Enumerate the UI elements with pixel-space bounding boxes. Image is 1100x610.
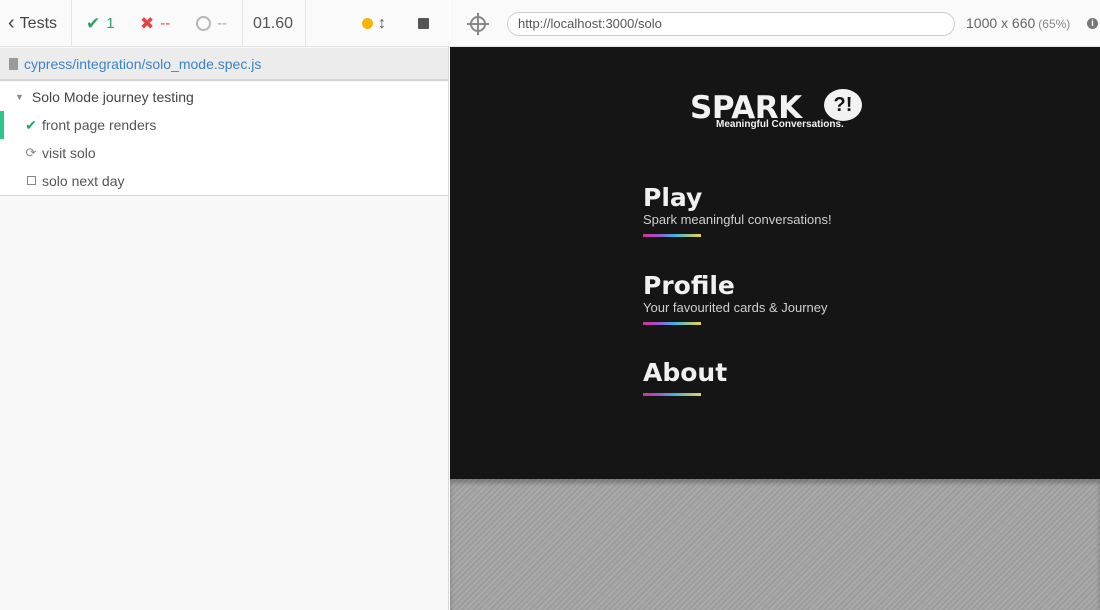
failed-stat: ✖ -- [140,13,171,33]
gradient-underline [643,234,701,237]
logo-tagline: Meaningful Conversations. [716,119,844,130]
app-frame: SPARK ?! Meaningful Conversations. Play … [450,47,1100,479]
test-runner-panel: ‹ Tests ✔ 1 ✖ -- -- 01.60 ↕ cypress/inte… [0,0,449,610]
gradient-underline [643,393,701,396]
test-suite: ▼ Solo Mode journey testing ✔ front page… [0,82,448,196]
menu-subtitle: Spark meaningful conversations! [643,212,832,227]
gradient-underline [643,322,701,325]
running-status-dot [362,0,373,47]
spec-path-link[interactable]: cypress/integration/solo_mode.spec.js [24,56,261,72]
pending-stat: -- [196,0,227,47]
menu-title: About [643,358,728,387]
test-label: front page renders [42,117,157,133]
test-label: solo next day [42,173,125,189]
spinner-icon: ⟳ [25,145,37,160]
menu-about-link[interactable]: About [643,359,727,396]
check-icon: ✔ [86,13,101,33]
stop-icon [418,18,429,29]
info-icon[interactable]: i [1087,18,1098,29]
test-row[interactable]: solo next day [0,167,448,195]
url-bar: http://localhost:3000/solo 1000 x 660 (65… [450,0,1100,47]
active-test-bar [0,111,4,139]
scroll-arrows-icon: ↕ [378,14,386,32]
stop-button[interactable] [418,0,429,47]
runner-header: ‹ Tests ✔ 1 ✖ -- -- 01.60 ↕ [0,0,449,47]
suite-title-row[interactable]: ▼ Solo Mode journey testing [0,83,448,111]
test-row[interactable]: ✔ front page renders [0,111,448,139]
menu-play-link[interactable]: Play Spark meaningful conversations! [643,184,832,237]
divider [71,0,72,47]
checkbox-icon [25,174,37,188]
menu-title: Profile [643,271,735,300]
menu-profile-link[interactable]: Profile Your favourited cards & Journey [643,272,828,325]
viewport-backdrop [450,479,1100,610]
viewport-size: 1000 x 660 (65%) [966,15,1071,31]
file-icon [9,57,18,70]
check-icon: ✔ [25,116,37,133]
spec-file-header[interactable]: cypress/integration/solo_mode.spec.js [0,48,448,81]
duration-display: 01.60 [253,14,294,32]
auto-scroll-toggle[interactable]: ↕ [378,0,386,47]
chevron-left-icon: ‹ [8,12,15,34]
divider [305,0,306,47]
app-preview-panel: http://localhost:3000/solo 1000 x 660 (65… [450,0,1100,610]
speech-bubble-icon: ?! [824,89,862,121]
selector-playground-icon[interactable] [467,13,489,35]
url-field[interactable]: http://localhost:3000/solo [507,12,955,36]
test-label: visit solo [42,145,96,161]
menu-title: Play [643,183,703,212]
suite-title: Solo Mode journey testing [31,89,194,105]
cross-icon: ✖ [140,13,155,33]
divider [242,0,243,47]
back-to-tests-button[interactable]: ‹ Tests [8,0,57,47]
passed-stat: ✔ 1 [86,13,115,33]
pending-ring-icon [196,16,211,31]
menu-subtitle: Your favourited cards & Journey [643,300,828,315]
spark-logo: SPARK ?! Meaningful Conversations. [690,88,866,132]
back-label: Tests [19,14,58,32]
test-row[interactable]: ⟳ visit solo [0,139,448,167]
caret-down-icon: ▼ [15,92,24,102]
